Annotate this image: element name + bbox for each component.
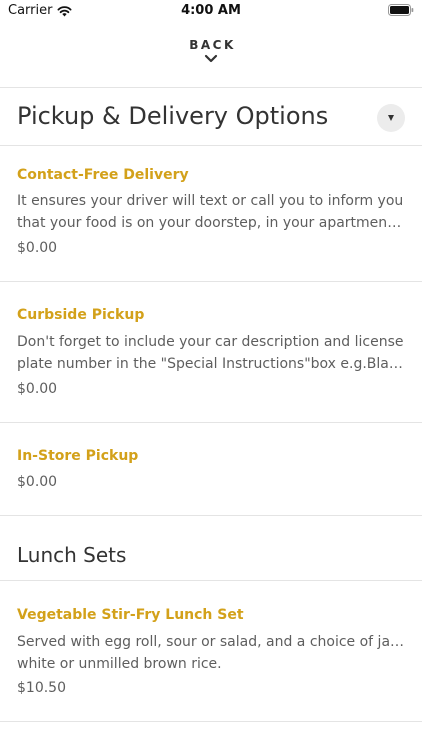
item-name: In-Store Pickup [17, 448, 139, 464]
caret-down-icon [388, 115, 394, 121]
status-bar: Carrier 4:00 AM [0, 0, 422, 24]
description-line: Don't forget to include your car descrip… [17, 334, 404, 350]
menu-item-curbside-pickup[interactable]: Curbside Pickup Don't forget to include … [0, 282, 422, 422]
description-line: white or unmilled brown rice. [17, 656, 222, 672]
menu-item-in-store-pickup[interactable]: In-Store Pickup $0.00 [0, 423, 422, 515]
section-header-lunch-sets: Lunch Sets [0, 516, 422, 580]
description-line: that your food is on your doorstep, in y… [17, 215, 405, 231]
item-price: $0.00 [17, 240, 58, 256]
description-line: It ensures your driver will text or call… [17, 193, 404, 209]
status-time: 4:00 AM [181, 3, 241, 18]
chevron-down-icon [204, 54, 218, 63]
item-name: Contact-Free Delivery [17, 167, 189, 183]
item-name: Vegetable Stir-Fry Lunch Set [17, 607, 244, 623]
divider [0, 721, 422, 722]
battery-icon [388, 4, 414, 16]
item-description: Don't forget to include your car descrip… [17, 331, 405, 375]
section-title: Pickup & Delivery Options [17, 102, 329, 130]
item-price: $0.00 [17, 474, 58, 490]
item-name: Curbside Pickup [17, 307, 145, 323]
item-price: $0.00 [17, 381, 58, 397]
back-button[interactable]: BACK [0, 38, 422, 78]
description-line: Served with egg roll, sour or salad, and… [17, 634, 405, 650]
item-description: Served with egg roll, sour or salad, and… [17, 631, 405, 675]
menu-item-vegetable-stir-fry-lunch-set[interactable]: Vegetable Stir-Fry Lunch Set Served with… [0, 581, 422, 721]
description-line: plate number in the "Special Instruction… [17, 356, 405, 372]
back-label: BACK [189, 38, 236, 52]
section-header-pickup-delivery: Pickup & Delivery Options [0, 88, 422, 145]
section-title: Lunch Sets [17, 543, 127, 567]
menu-item-contact-free-delivery[interactable]: Contact-Free Delivery It ensures your dr… [0, 146, 422, 281]
item-price: $10.50 [17, 680, 66, 696]
item-description: It ensures your driver will text or call… [17, 190, 405, 234]
collapse-toggle-button[interactable] [377, 104, 405, 132]
